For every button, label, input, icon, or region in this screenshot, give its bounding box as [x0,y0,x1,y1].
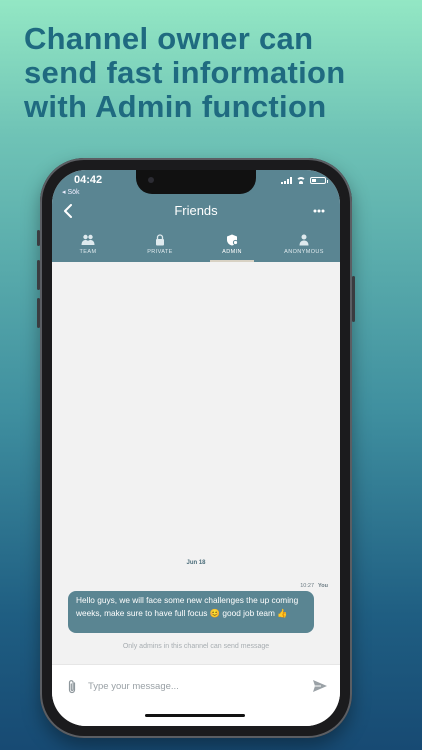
tab-label: ADMIN [222,248,242,255]
notch [136,170,256,194]
tab-label: ANONYMOUS [284,248,324,255]
message-time: 10:27 [300,583,315,589]
admin-only-notice: Only admins in this channel can send mes… [122,643,270,650]
tab-admin[interactable]: ADMIN [196,226,268,262]
message-sender: You [318,583,328,589]
status-icons [281,177,328,184]
chat-title: Friends [174,203,218,218]
paperclip-icon[interactable] [66,679,78,695]
send-icon[interactable] [312,679,328,693]
chat-topbar: Friends [52,200,340,222]
more-dots-icon [313,209,325,213]
silent-switch [37,230,40,246]
status-time: 04:42 [74,174,103,186]
volume-down-button [37,298,40,328]
home-indicator [145,714,245,717]
promo-headline: Channel owner can send fast information … [24,21,346,124]
channel-tabs: TEAM PRIVATE ADMIN ANONYMOUS [52,226,340,262]
phone-screen: 04:42 ◂ Sök Friends TEAM PRIVATE ADMIN A… [52,170,340,726]
tab-team[interactable]: TEAM [52,226,124,262]
more-options-button[interactable] [312,202,332,220]
message-input[interactable] [88,674,298,698]
message-bubble[interactable]: Hello guys, we will face some new challe… [68,591,314,633]
camera-icon [148,177,154,183]
signal-icon [281,177,292,184]
tab-label: TEAM [79,248,97,255]
phone-frame: 04:42 ◂ Sök Friends TEAM PRIVATE ADMIN A… [37,158,355,738]
message-composer [52,664,340,726]
battery-icon [310,177,328,184]
tab-private[interactable]: PRIVATE [124,226,196,262]
group-icon [81,234,95,245]
message-meta: 10:27 You [300,583,328,589]
date-separator: Jun 18 [186,560,206,566]
person-icon [299,234,309,245]
wifi-icon [296,177,306,184]
tab-anonymous[interactable]: ANONYMOUS [268,226,340,262]
power-button [352,276,355,322]
tab-label: PRIVATE [147,248,173,255]
admin-shield-icon [227,234,239,245]
back-to-app-link[interactable]: ◂ Sök [62,188,80,196]
chat-header: 04:42 ◂ Sök Friends TEAM PRIVATE ADMIN A… [52,170,340,262]
message-list[interactable]: Jun 18 10:27 You Hello guys, we will face… [52,262,340,664]
volume-up-button [37,260,40,290]
lock-icon [156,233,164,245]
